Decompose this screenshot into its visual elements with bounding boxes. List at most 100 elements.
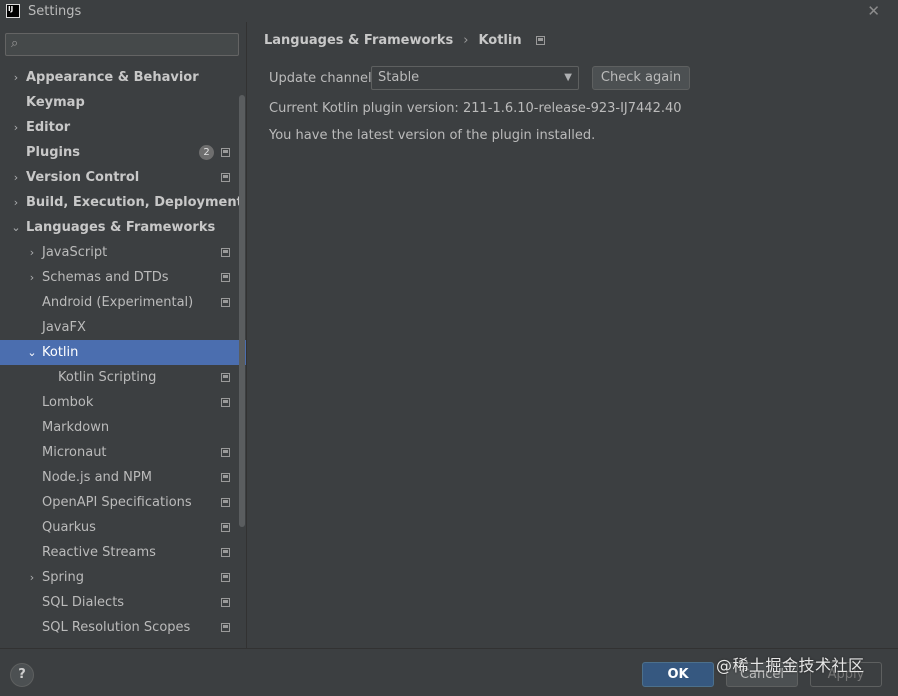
- sidebar-item-label: Keymap: [26, 95, 85, 110]
- settings-sidebar: ⌕ › Appearance & Behavior Keymap › Editor Plu…: [0, 28, 246, 648]
- sidebar-item-label: Schemas and DTDs: [42, 270, 169, 285]
- project-scope-icon: [221, 623, 230, 632]
- window-title: Settings: [28, 3, 82, 19]
- dropdown-caret-icon: ▼: [564, 72, 572, 83]
- chevron-right-icon[interactable]: ›: [26, 565, 38, 590]
- dialog-footer: ? OK Cancel Apply: [0, 648, 898, 696]
- sidebar-item-label: Lombok: [42, 395, 94, 410]
- plugin-version-text: Current Kotlin plugin version: 211-1.6.1…: [269, 101, 682, 116]
- sidebar-item-version-control[interactable]: › Version Control: [0, 165, 246, 190]
- cancel-button[interactable]: Cancel: [726, 662, 798, 687]
- sidebar-item-label: Quarkus: [42, 520, 96, 535]
- help-button[interactable]: ?: [10, 663, 34, 687]
- project-scope-icon: [535, 35, 545, 45]
- sidebar-item-markdown[interactable]: Markdown: [0, 415, 246, 440]
- sidebar-item-editor[interactable]: › Editor: [0, 115, 246, 140]
- search-input[interactable]: [30, 36, 230, 53]
- update-channel-row: Update channel:: [269, 66, 376, 90]
- sidebar-item-lombok[interactable]: Lombok: [0, 390, 246, 415]
- sidebar-item-label: SQL Resolution Scopes: [42, 620, 191, 635]
- sidebar-item-languages-frameworks[interactable]: ⌄ Languages & Frameworks: [0, 215, 246, 240]
- sidebar-item-reactive-streams[interactable]: Reactive Streams: [0, 540, 246, 565]
- sidebar-item-label: Micronaut: [42, 445, 107, 460]
- chevron-down-icon[interactable]: ⌄: [26, 340, 38, 365]
- sidebar-item-schemas-and-dtds[interactable]: › Schemas and DTDs: [0, 265, 246, 290]
- title-bar: IJ Settings ✕: [0, 0, 898, 22]
- breadcrumb-current: Kotlin: [478, 32, 522, 48]
- project-scope-icon: [221, 373, 230, 382]
- project-scope-icon: [221, 273, 230, 282]
- chevron-right-icon[interactable]: ›: [10, 65, 22, 90]
- project-scope-icon: [221, 298, 230, 307]
- breadcrumb: Languages & Frameworks › Kotlin: [264, 32, 545, 48]
- sidebar-item-label: Version Control: [26, 170, 140, 185]
- chevron-right-icon[interactable]: ›: [26, 265, 38, 290]
- check-again-button[interactable]: Check again: [592, 66, 690, 90]
- update-count-badge: 2: [199, 145, 214, 160]
- project-scope-icon: [221, 498, 230, 507]
- sidebar-item-label: Build, Execution, Deployment: [26, 195, 243, 210]
- sidebar-item-label: JavaFX: [42, 320, 86, 335]
- breadcrumb-separator: ›: [463, 32, 469, 48]
- chevron-right-icon[interactable]: ›: [26, 240, 38, 265]
- project-scope-icon: [221, 473, 230, 482]
- breadcrumb-parent[interactable]: Languages & Frameworks: [264, 33, 453, 48]
- sidebar-item-node-js-and-npm[interactable]: Node.js and NPM: [0, 465, 246, 490]
- sidebar-item-label: Spring: [42, 570, 84, 585]
- sidebar-item-sql-dialects[interactable]: SQL Dialects: [0, 590, 246, 615]
- sidebar-item-javafx[interactable]: JavaFX: [0, 315, 246, 340]
- sidebar-item-label: Kotlin Scripting: [58, 370, 157, 385]
- sidebar-item-quarkus[interactable]: Quarkus: [0, 515, 246, 540]
- sidebar-item-appearance-behavior[interactable]: › Appearance & Behavior: [0, 65, 246, 90]
- settings-tree: › Appearance & Behavior Keymap › Editor Plugi…: [0, 65, 246, 640]
- project-scope-icon: [221, 548, 230, 557]
- sidebar-item-label: Node.js and NPM: [42, 470, 152, 485]
- sidebar-item-label: SQL Dialects: [42, 595, 125, 610]
- close-icon[interactable]: ✕: [867, 2, 880, 20]
- chevron-right-icon[interactable]: ›: [10, 190, 22, 215]
- chevron-down-icon[interactable]: ⌄: [10, 215, 22, 240]
- sidebar-item-javascript[interactable]: › JavaScript: [0, 240, 246, 265]
- sidebar-item-label: Markdown: [42, 420, 110, 435]
- sidebar-item-label: Appearance & Behavior: [26, 70, 199, 85]
- sidebar-scrollbar[interactable]: [239, 95, 245, 527]
- sidebar-item-plugins[interactable]: Plugins 2: [0, 140, 246, 165]
- project-scope-icon: [221, 248, 230, 257]
- sidebar-item-kotlin-scripting[interactable]: Kotlin Scripting: [0, 365, 246, 390]
- project-scope-icon: [221, 523, 230, 532]
- sidebar-item-label: Plugins: [26, 145, 80, 160]
- sidebar-item-kotlin[interactable]: ⌄ Kotlin: [0, 340, 246, 365]
- sidebar-item-label: Android (Experimental): [42, 295, 194, 310]
- update-channel-select[interactable]: Stable ▼: [371, 66, 579, 90]
- sidebar-item-openapi-specifications[interactable]: OpenAPI Specifications: [0, 490, 246, 515]
- sidebar-item-label: JavaScript: [42, 245, 108, 260]
- sidebar-item-micronaut[interactable]: Micronaut: [0, 440, 246, 465]
- project-scope-icon: [221, 448, 230, 457]
- chevron-right-icon[interactable]: ›: [10, 165, 22, 190]
- sidebar-item-label: Editor: [26, 120, 71, 135]
- sidebar-item-build-execution-deployment[interactable]: › Build, Execution, Deployment: [0, 190, 246, 215]
- project-scope-icon: [221, 573, 230, 582]
- ok-button[interactable]: OK: [642, 662, 714, 687]
- sidebar-item-label: Kotlin: [42, 345, 79, 360]
- main-panel: Languages & Frameworks › Kotlin Update c…: [247, 22, 898, 648]
- sidebar-item-android-experimental[interactable]: Android (Experimental): [0, 290, 246, 315]
- intellij-logo-icon: IJ: [6, 4, 20, 18]
- project-scope-icon: [221, 148, 230, 157]
- project-scope-icon: [221, 598, 230, 607]
- project-scope-icon: [221, 398, 230, 407]
- sidebar-item-label: Languages & Frameworks: [26, 220, 216, 235]
- update-channel-label: Update channel:: [269, 70, 377, 86]
- chevron-right-icon[interactable]: ›: [10, 115, 22, 140]
- search-icon: ⌕: [11, 36, 19, 51]
- sidebar-item-label: OpenAPI Specifications: [42, 495, 192, 510]
- plugin-status-text: You have the latest version of the plugi…: [269, 128, 596, 143]
- sidebar-item-label: Reactive Streams: [42, 545, 156, 560]
- sidebar-item-spring[interactable]: › Spring: [0, 565, 246, 590]
- search-box[interactable]: ⌕: [5, 33, 239, 56]
- sidebar-item-sql-resolution-scopes[interactable]: SQL Resolution Scopes: [0, 615, 246, 640]
- sidebar-item-keymap[interactable]: Keymap: [0, 90, 246, 115]
- project-scope-icon: [221, 173, 230, 182]
- apply-button[interactable]: Apply: [810, 662, 882, 687]
- update-channel-value: Stable: [378, 70, 420, 85]
